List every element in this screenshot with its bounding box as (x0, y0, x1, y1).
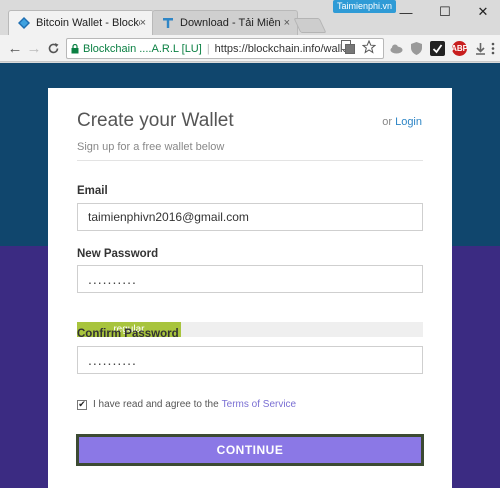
shield-icon[interactable] (409, 41, 424, 56)
login-link[interactable]: Login (395, 116, 422, 128)
email-field[interactable]: taimienphivn2016@gmail.com (77, 203, 423, 231)
lock-icon (71, 43, 79, 53)
tab-title: Download - Tải Miễn Phí (180, 17, 284, 29)
close-window-button[interactable]: ✕ (466, 1, 500, 23)
forward-button[interactable]: → (25, 39, 43, 57)
tab-title: Bitcoin Wallet - Blockcha (36, 17, 140, 29)
blockchain-diamond-icon (18, 17, 30, 29)
translate-icon[interactable] (341, 40, 355, 54)
tab-download[interactable]: Download - Tải Miễn Phí × (152, 10, 298, 35)
checkmark-extension-icon[interactable] (430, 41, 445, 56)
login-prompt: or Login (382, 116, 422, 128)
tab-bitcoin-wallet[interactable]: Bitcoin Wallet - Blockcha × (8, 10, 154, 35)
watermark-logo: Taimienphi.vn (333, 0, 397, 13)
terms-of-service-link[interactable]: Terms of Service (222, 399, 296, 410)
t-letter-icon (163, 18, 173, 28)
agree-checkbox[interactable]: ✔ (77, 399, 87, 410)
download-icon[interactable] (473, 41, 488, 56)
reload-icon (48, 42, 58, 53)
tab-close-icon[interactable]: × (284, 17, 290, 29)
browser-toolbar: ← → Blockchain ....A.R.L [LU] | https://… (0, 35, 500, 62)
menu-icon[interactable] (489, 41, 497, 56)
address-separator: | (206, 42, 210, 55)
continue-button[interactable]: CONTINUE (76, 434, 424, 466)
tab-close-icon[interactable]: × (140, 17, 146, 29)
address-bar[interactable]: Blockchain ....A.R.L [LU] | https://bloc… (66, 38, 384, 59)
abp-icon[interactable]: ABP (451, 41, 468, 56)
star-icon[interactable] (362, 40, 376, 54)
minimize-button[interactable]: — (389, 1, 423, 23)
secure-site-label: Blockchain ....A.R.L [LU] (83, 42, 202, 55)
new-password-label: New Password (77, 248, 159, 260)
cloud-icon[interactable] (389, 41, 404, 56)
confirm-password-label: Confirm Password (77, 328, 179, 340)
checkmark-icon (432, 44, 443, 54)
back-button[interactable]: ← (6, 39, 24, 57)
page-title: Create your Wallet (77, 110, 234, 131)
create-wallet-card: Create your Wallet or Login Sign up for … (48, 88, 452, 488)
new-password-field[interactable]: .......... (77, 265, 423, 293)
new-tab-button[interactable] (293, 18, 327, 33)
page-background: Create your Wallet or Login Sign up for … (0, 63, 500, 488)
divider (77, 160, 423, 161)
email-label: Email (77, 185, 108, 197)
or-text: or (382, 116, 393, 128)
terms-agreement: ✔ I have read and agree to the Terms of … (77, 399, 296, 410)
page-subtitle: Sign up for a free wallet below (77, 141, 225, 153)
url-text: https://blockchain.info/wallet (214, 42, 352, 55)
browser-titlebar: Bitcoin Wallet - Blockcha × Download - T… (0, 0, 500, 35)
agree-text: I have read and agree to the (93, 399, 219, 410)
confirm-password-field[interactable]: .......... (77, 346, 423, 374)
maximize-button[interactable]: ☐ (428, 1, 462, 23)
reload-button[interactable] (44, 39, 62, 57)
